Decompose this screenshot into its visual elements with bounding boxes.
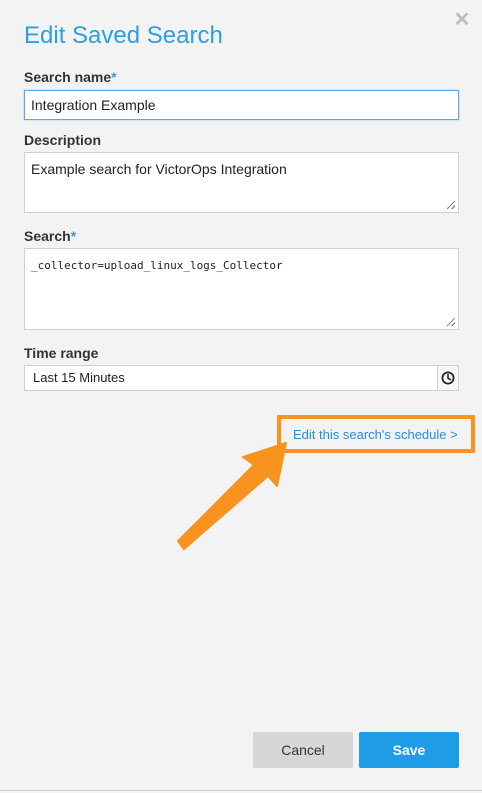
search-name-input[interactable]	[24, 90, 459, 120]
resize-handle-icon[interactable]	[447, 318, 455, 326]
save-button[interactable]: Save	[359, 732, 459, 768]
time-range-input[interactable]: Last 15 Minutes	[24, 365, 459, 391]
search-query-textarea[interactable]: _collector=upload_linux_logs_Collector	[24, 248, 459, 330]
search-label: Search*	[24, 227, 76, 245]
description-label: Description	[24, 132, 102, 148]
required-marker: *	[111, 69, 117, 85]
description-textarea[interactable]: Example search for VictorOps Integration	[24, 152, 459, 213]
dialog-title: Edit Saved Search	[24, 22, 223, 49]
edit-schedule-link[interactable]: Edit this search's schedule >	[293, 427, 458, 443]
search-name-label-text: Search name	[24, 69, 112, 85]
close-icon[interactable]: ✕	[452, 10, 472, 30]
resize-handle-icon[interactable]	[447, 201, 455, 209]
time-range-label: Time range	[24, 345, 99, 361]
required-marker: *	[70, 228, 77, 244]
clock-icon[interactable]	[437, 366, 458, 390]
divider	[0, 790, 482, 791]
search-query-text: _collector=upload_linux_logs_Collector	[31, 259, 283, 272]
time-range-value: Last 15 Minutes	[33, 370, 125, 385]
cancel-button[interactable]: Cancel	[253, 732, 353, 768]
search-label-text: Search	[24, 228, 71, 244]
description-text: Example search for VictorOps Integration	[31, 161, 287, 177]
edit-saved-search-dialog: ✕ Edit Saved Search Search name* Descrip…	[0, 0, 482, 793]
search-name-label: Search name*	[24, 68, 117, 86]
